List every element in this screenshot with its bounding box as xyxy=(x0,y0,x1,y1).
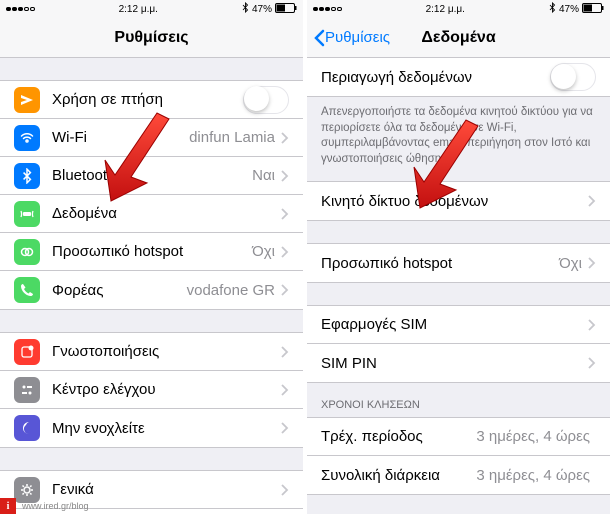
footer-url: www.ired.gr/blog xyxy=(16,501,89,511)
row-wifi[interactable]: Wi-Fi dinfun Lamia xyxy=(0,119,303,157)
row-hotspot[interactable]: Προσωπικό hotspot Όχι xyxy=(307,244,610,282)
chevron-right-icon xyxy=(588,257,596,269)
bluetooth-icon xyxy=(549,2,556,16)
status-time: 2:12 μ.μ. xyxy=(119,4,158,15)
chevron-right-icon xyxy=(281,170,289,182)
row-label: Bluetooth xyxy=(52,167,252,184)
moon-icon xyxy=(14,415,40,441)
bluetooth-icon xyxy=(242,2,249,16)
row-label: Συνολική διάρκεια xyxy=(321,467,476,484)
chevron-right-icon xyxy=(281,208,289,220)
row-value: dinfun Lamia xyxy=(189,129,275,146)
status-bar: 2:12 μ.μ. 47% xyxy=(307,0,610,18)
notifications-icon xyxy=(14,339,40,365)
airplane-icon xyxy=(14,87,40,113)
row-label: Γνωστοποιήσεις xyxy=(52,343,281,360)
row-control-center[interactable]: Κέντρο ελέγχου xyxy=(0,371,303,409)
chevron-right-icon xyxy=(281,346,289,358)
row-value: Ναι xyxy=(252,167,275,184)
site-badge-icon: i xyxy=(0,498,16,514)
row-value: 3 ημέρες, 4 ώρες xyxy=(476,428,590,445)
back-button[interactable]: Ρυθμίσεις xyxy=(307,29,390,47)
chevron-right-icon xyxy=(281,422,289,434)
back-label: Ρυθμίσεις xyxy=(325,29,390,46)
row-sim-apps[interactable]: Εφαρμογές SIM xyxy=(307,306,610,344)
bluetooth-icon xyxy=(14,163,40,189)
row-carrier[interactable]: Φορέας vodafone GR xyxy=(0,271,303,309)
row-label: Χρήση σε πτήση xyxy=(52,91,243,108)
row-label: Wi-Fi xyxy=(52,129,189,146)
row-label: Φορέας xyxy=(52,282,187,299)
chevron-right-icon xyxy=(281,284,289,296)
battery-percent: 47% xyxy=(559,4,579,15)
row-total-duration: Συνολική διάρκεια 3 ημέρες, 4 ώρες xyxy=(307,456,610,494)
row-value: Όχι xyxy=(252,243,275,260)
signal-dots-icon xyxy=(313,7,342,12)
row-label: Γενικά xyxy=(52,481,281,498)
row-label: Προσωπικό hotspot xyxy=(321,255,559,272)
navbar: Ρυθμίσεις xyxy=(0,18,303,58)
row-label: Εφαρμογές SIM xyxy=(321,316,588,333)
row-label: SIM PIN xyxy=(321,355,588,372)
row-sim-pin[interactable]: SIM PIN xyxy=(307,344,610,382)
row-dnd[interactable]: Μην ενοχλείτε xyxy=(0,409,303,447)
chevron-right-icon xyxy=(588,357,596,369)
roaming-toggle[interactable] xyxy=(550,63,596,91)
footer: i www.ired.gr/blog xyxy=(0,498,89,514)
page-title: Ρυθμίσεις xyxy=(0,29,303,47)
row-label: Τρέχ. περίοδος xyxy=(321,428,476,445)
row-label: Μην ενοχλείτε xyxy=(52,420,281,437)
battery-percent: 47% xyxy=(252,4,272,15)
row-label: Περιαγωγή δεδομένων xyxy=(321,69,550,86)
row-label: Κινητό δίκτυο δεδομένων xyxy=(321,193,588,210)
chevron-right-icon xyxy=(588,195,596,207)
control-center-icon xyxy=(14,377,40,403)
row-current-period: Τρέχ. περίοδος 3 ημέρες, 4 ώρες xyxy=(307,418,610,456)
chevron-right-icon xyxy=(281,246,289,258)
row-airplane-mode[interactable]: Χρήση σε πτήση xyxy=(0,81,303,119)
row-cellular-network[interactable]: Κινητό δίκτυο δεδομένων xyxy=(307,182,610,220)
battery-icon xyxy=(582,3,604,16)
status-bar: 2:12 μ.μ. 47% xyxy=(0,0,303,18)
row-value: Όχι xyxy=(559,255,582,272)
wifi-icon xyxy=(14,125,40,151)
chevron-right-icon xyxy=(281,384,289,396)
roaming-description: Απενεργοποιήστε τα δεδομένα κινητού δικτ… xyxy=(307,97,610,181)
section-header: ΧΡΟΝΟΙ ΚΛΗΣΕΩΝ xyxy=(307,383,610,417)
row-bluetooth[interactable]: Bluetooth Ναι xyxy=(0,157,303,195)
chevron-right-icon xyxy=(281,132,289,144)
row-label: Δεδομένα xyxy=(52,205,281,222)
phone-icon xyxy=(14,277,40,303)
row-value: 3 ημέρες, 4 ώρες xyxy=(476,467,590,484)
row-value: vodafone GR xyxy=(187,282,275,299)
hotspot-icon xyxy=(14,239,40,265)
battery-icon xyxy=(275,3,297,16)
chevron-right-icon xyxy=(281,484,289,496)
cellular-icon xyxy=(14,201,40,227)
row-cellular[interactable]: Δεδομένα xyxy=(0,195,303,233)
chevron-right-icon xyxy=(588,319,596,331)
row-label: Κέντρο ελέγχου xyxy=(52,381,281,398)
airplane-toggle[interactable] xyxy=(243,86,289,114)
row-label: Προσωπικό hotspot xyxy=(52,243,252,260)
row-notifications[interactable]: Γνωστοποιήσεις xyxy=(0,333,303,371)
status-time: 2:12 μ.μ. xyxy=(426,4,465,15)
navbar: Ρυθμίσεις Δεδομένα xyxy=(307,18,610,58)
row-hotspot[interactable]: Προσωπικό hotspot Όχι xyxy=(0,233,303,271)
signal-dots-icon xyxy=(6,7,35,12)
row-roaming[interactable]: Περιαγωγή δεδομένων xyxy=(307,58,610,96)
